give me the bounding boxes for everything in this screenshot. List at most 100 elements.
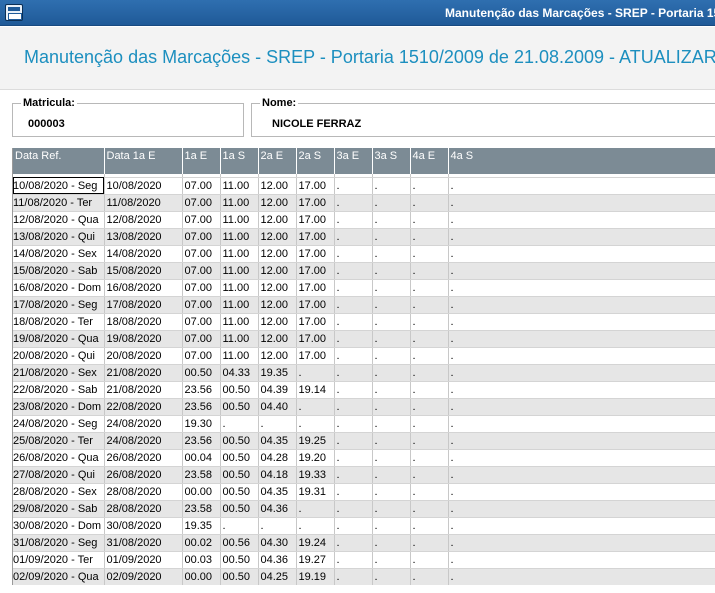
table-cell[interactable]: 12.00 (258, 262, 297, 280)
table-cell[interactable]: . (334, 279, 373, 297)
table-cell[interactable]: . (296, 398, 335, 416)
table-cell[interactable]: . (296, 415, 335, 433)
table-cell[interactable]: . (410, 449, 449, 467)
table-cell[interactable]: . (372, 500, 411, 518)
table-row[interactable]: 01/09/2020 - Ter 01/09/2020 00.03 00.50 04.3… (13, 551, 715, 569)
table-row[interactable]: 30/08/2020 - Dom 30/08/2020 19.35....... (13, 517, 715, 535)
table-cell[interactable]: 19/08/2020 (104, 330, 183, 348)
table-cell[interactable]: 23.56 (182, 398, 221, 416)
table-cell[interactable]: . (372, 517, 411, 535)
table-cell[interactable]: . (372, 381, 411, 399)
table-cell[interactable]: . (448, 211, 715, 229)
table-cell[interactable]: . (372, 228, 411, 246)
table-cell[interactable]: 29/08/2020 - Sab (13, 500, 105, 518)
table-cell[interactable]: . (372, 568, 411, 585)
table-cell[interactable]: 16/08/2020 - Dom (13, 279, 105, 297)
table-cell[interactable]: . (410, 364, 449, 382)
marcacoes-grid[interactable]: Data Ref. Data 1a E 1a E 1a S 2a E 2a S … (12, 148, 715, 585)
table-cell[interactable]: . (448, 313, 715, 331)
table-cell[interactable]: 19.25 (296, 432, 335, 450)
table-cell[interactable]: . (448, 398, 715, 416)
table-cell[interactable]: 20/08/2020 - Qui (13, 347, 105, 365)
table-row[interactable]: 11/08/2020 - Ter 11/08/2020 07.00 11.00 12.0… (13, 194, 715, 212)
table-cell[interactable]: 17.00 (296, 211, 335, 229)
table-cell[interactable]: . (372, 483, 411, 501)
table-cell[interactable]: . (448, 551, 715, 569)
table-cell[interactable]: 01/09/2020 - Ter (13, 551, 105, 569)
column-header[interactable]: 4a E (410, 148, 449, 174)
table-cell[interactable]: 04.39 (258, 381, 297, 399)
table-cell[interactable]: 26/08/2020 (104, 466, 183, 484)
table-cell[interactable]: . (372, 211, 411, 229)
table-cell[interactable]: 00.50 (220, 568, 259, 585)
table-cell[interactable]: . (334, 415, 373, 433)
table-cell[interactable]: 00.02 (182, 534, 221, 552)
app-window-icon[interactable] (5, 4, 23, 21)
table-cell[interactable]: . (334, 296, 373, 314)
table-row[interactable]: 19/08/2020 - Qua 19/08/2020 07.00 11.00 12.0… (13, 330, 715, 348)
table-cell[interactable]: . (334, 398, 373, 416)
table-cell[interactable]: . (372, 177, 411, 195)
table-cell[interactable]: 18/08/2020 - Ter (13, 313, 105, 331)
table-cell[interactable]: 12.00 (258, 245, 297, 263)
table-cell[interactable]: 19.35 (182, 517, 221, 535)
table-row[interactable]: 17/08/2020 - Seg 17/08/2020 07.00 11.00 12.0… (13, 296, 715, 314)
table-row[interactable]: 14/08/2020 - Sex 14/08/2020 07.00 11.00 12.0… (13, 245, 715, 263)
table-cell[interactable]: 17.00 (296, 228, 335, 246)
table-cell[interactable]: 17/08/2020 (104, 296, 183, 314)
table-cell[interactable]: 00.50 (220, 483, 259, 501)
table-cell[interactable]: 12.00 (258, 177, 297, 195)
table-cell[interactable]: . (448, 534, 715, 552)
table-cell[interactable]: 25/08/2020 - Ter (13, 432, 105, 450)
table-cell[interactable]: 07.00 (182, 279, 221, 297)
table-cell[interactable]: . (372, 296, 411, 314)
table-cell[interactable]: 07.00 (182, 330, 221, 348)
column-header[interactable]: 3a E (334, 148, 373, 174)
table-cell[interactable]: . (410, 245, 449, 263)
table-cell[interactable]: . (448, 500, 715, 518)
table-cell[interactable]: . (448, 194, 715, 212)
table-cell[interactable]: 30/08/2020 - Dom (13, 517, 105, 535)
table-cell[interactable]: . (410, 279, 449, 297)
column-header[interactable]: Data 1a E (104, 148, 183, 174)
table-cell[interactable]: 24/08/2020 - Seg (13, 415, 105, 433)
table-cell[interactable]: 14/08/2020 - Sex (13, 245, 105, 263)
table-cell[interactable]: 27/08/2020 - Qui (13, 466, 105, 484)
table-cell[interactable]: 26/08/2020 - Qua (13, 449, 105, 467)
table-cell[interactable]: . (448, 245, 715, 263)
table-cell[interactable]: . (410, 313, 449, 331)
table-cell[interactable]: . (372, 449, 411, 467)
table-row[interactable]: 20/08/2020 - Qui 20/08/2020 07.00 11.00 12.0… (13, 347, 715, 365)
table-cell[interactable]: . (296, 364, 335, 382)
table-cell[interactable]: . (258, 415, 297, 433)
table-cell[interactable]: 24/08/2020 (104, 415, 183, 433)
table-cell[interactable]: 19.35 (258, 364, 297, 382)
table-cell[interactable]: . (258, 517, 297, 535)
column-header[interactable]: 1a S (220, 148, 259, 174)
table-cell[interactable]: 23.58 (182, 500, 221, 518)
table-row[interactable]: 28/08/2020 - Sex 28/08/2020 00.00 00.50 04.3… (13, 483, 715, 501)
table-cell[interactable]: 19.19 (296, 568, 335, 585)
table-cell[interactable]: . (372, 551, 411, 569)
table-cell[interactable]: 07.00 (182, 262, 221, 280)
table-cell[interactable]: 11.00 (220, 330, 259, 348)
table-cell[interactable]: 21/08/2020 (104, 364, 183, 382)
table-cell[interactable]: . (410, 262, 449, 280)
table-cell[interactable]: 19.24 (296, 534, 335, 552)
table-cell[interactable]: . (410, 483, 449, 501)
table-cell[interactable]: 07.00 (182, 211, 221, 229)
column-header[interactable]: 2a S (296, 148, 335, 174)
table-cell[interactable]: 15/08/2020 (104, 262, 183, 280)
table-cell[interactable]: 07.00 (182, 313, 221, 331)
table-cell[interactable]: . (448, 262, 715, 280)
table-cell[interactable]: . (372, 398, 411, 416)
table-cell[interactable]: 12.00 (258, 194, 297, 212)
table-cell[interactable]: 11.00 (220, 228, 259, 246)
table-cell[interactable]: . (334, 500, 373, 518)
table-cell[interactable]: 00.50 (220, 381, 259, 399)
table-cell[interactable]: 00.03 (182, 551, 221, 569)
table-cell[interactable]: 28/08/2020 (104, 500, 183, 518)
table-cell[interactable]: . (334, 313, 373, 331)
table-cell[interactable]: . (334, 432, 373, 450)
table-cell[interactable]: 00.50 (220, 466, 259, 484)
